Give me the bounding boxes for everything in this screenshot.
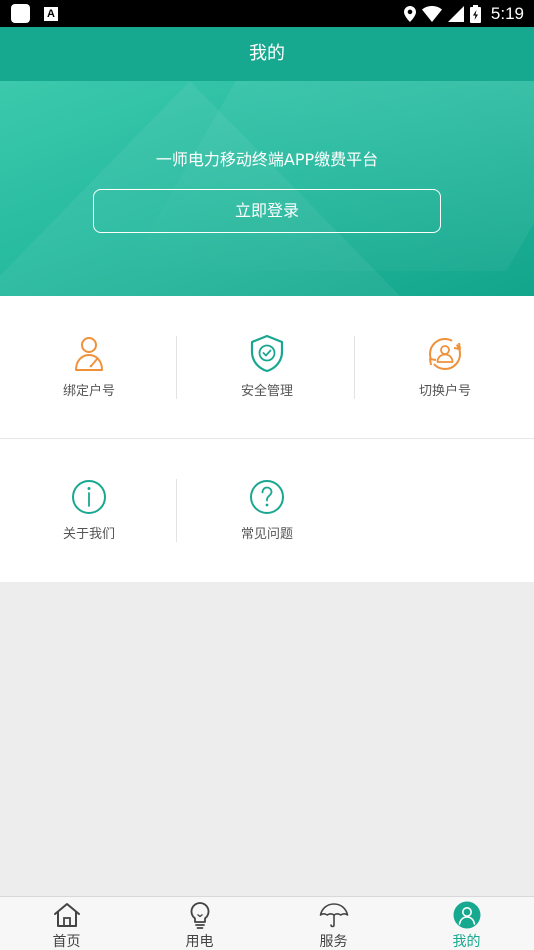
- divider: [176, 336, 177, 399]
- shield-check-icon: [250, 334, 284, 373]
- wifi-icon: [421, 5, 442, 22]
- location-icon: [403, 5, 416, 22]
- menu-row: 绑定户号 安全管理 切换户号: [0, 296, 534, 439]
- status-left: A: [11, 4, 58, 23]
- notification-app-icon: [11, 4, 30, 23]
- tab-label: 用电: [185, 934, 214, 950]
- user-bind-icon: [75, 337, 103, 371]
- menu-item-label: 切换户号: [418, 384, 471, 399]
- menu-item-switch-account[interactable]: 切换户号: [356, 296, 534, 439]
- notification-a-icon: A: [44, 6, 58, 21]
- menu-item-label: 绑定户号: [62, 384, 115, 399]
- menu-item-label: 常见问题: [240, 527, 293, 542]
- info-icon: [72, 480, 106, 514]
- tab-electricity[interactable]: 用电: [133, 897, 266, 950]
- bulb-icon: [190, 902, 210, 929]
- tab-service[interactable]: 服务: [267, 897, 400, 950]
- status-right: 5:19: [403, 3, 524, 24]
- question-icon: [250, 480, 284, 514]
- switch-user-icon: [429, 338, 461, 370]
- signal-icon: [447, 5, 464, 22]
- home-icon: [54, 903, 80, 927]
- bottom-tab-bar: 首页 用电 服务 我的: [0, 896, 534, 950]
- tab-label: 服务: [319, 934, 348, 950]
- battery-icon: [469, 4, 481, 23]
- banner-title: 一师电力移动终端APP缴费平台: [155, 150, 379, 169]
- status-time: 5:19: [490, 3, 524, 23]
- menu-row: 关于我们 常见问题: [0, 439, 534, 582]
- status-bar: A 5:19: [0, 0, 534, 27]
- umbrella-icon: [319, 903, 349, 928]
- menu-item-label: 安全管理: [240, 384, 293, 399]
- tab-home[interactable]: 首页: [0, 897, 133, 950]
- tab-label: 首页: [52, 934, 81, 950]
- profile-icon: [453, 901, 481, 929]
- profile-banner: 一师电力移动终端APP缴费平台 立即登录: [0, 81, 534, 296]
- tab-profile[interactable]: 我的: [400, 897, 533, 950]
- menu-item-bind-account[interactable]: 绑定户号: [0, 296, 178, 439]
- menu-item-faq[interactable]: 常见问题: [178, 439, 356, 582]
- menu-item-security[interactable]: 安全管理: [178, 296, 356, 439]
- menu-item-about[interactable]: 关于我们: [0, 439, 178, 582]
- page-title: 我的: [0, 27, 534, 81]
- login-button[interactable]: 立即登录: [93, 189, 441, 233]
- menu-item-label: 关于我们: [62, 527, 115, 542]
- tab-label: 我的: [452, 934, 481, 950]
- divider: [176, 479, 177, 542]
- menu-grid: 绑定户号 安全管理 切换户号 关于我们 常见问题: [0, 296, 534, 582]
- divider: [354, 336, 355, 399]
